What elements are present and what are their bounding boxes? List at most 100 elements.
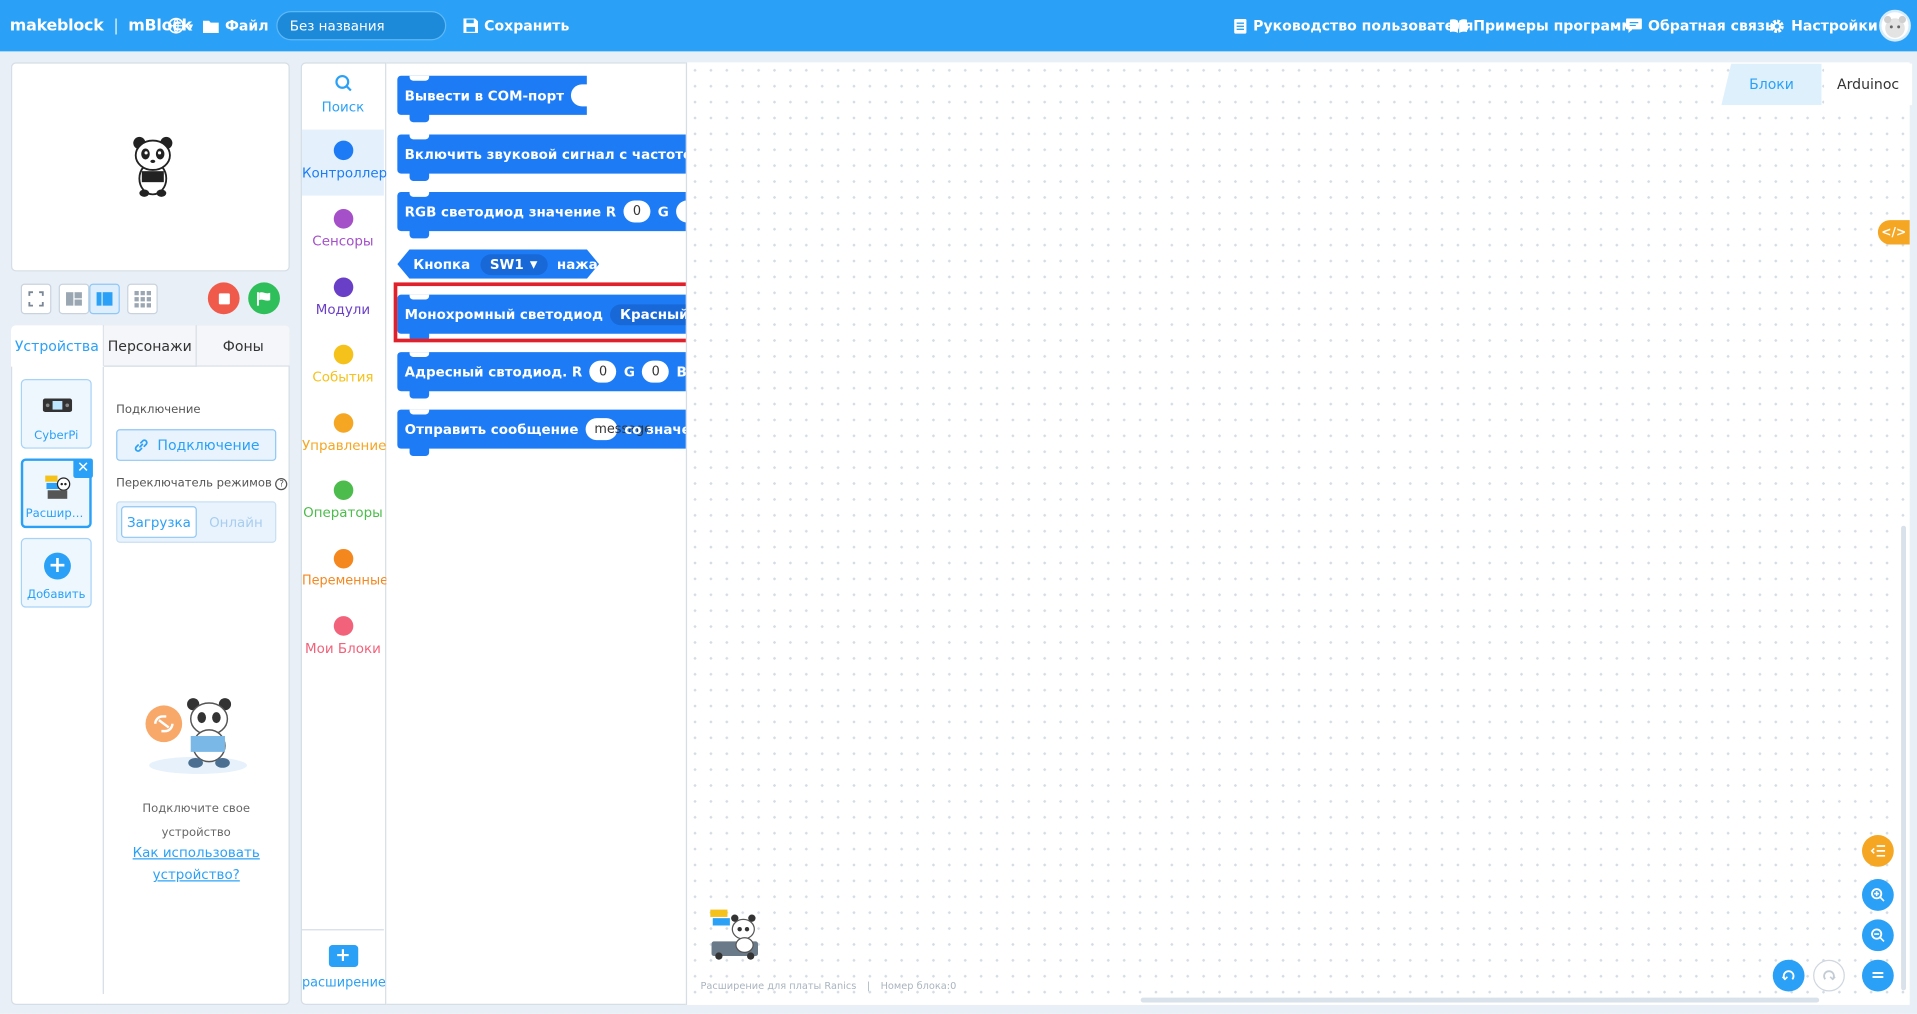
stop-button[interactable]: [207, 282, 240, 315]
block-input[interactable]: 0: [589, 360, 617, 383]
zoom-reset-button[interactable]: =: [1861, 959, 1894, 992]
mode-live-button[interactable]: Онлайн: [198, 506, 274, 538]
small-stage-button[interactable]: [58, 283, 90, 315]
dropdown-arrow-icon: ▼: [529, 258, 538, 270]
redo-button[interactable]: [1813, 959, 1845, 992]
block-addressable-led[interactable]: Адресный свтодиод. R 0 G 0 B 0: [397, 352, 686, 399]
operators-dot-icon: [333, 480, 353, 501]
logo-brand: makeblock: [9, 16, 104, 35]
how-to-use-link[interactable]: Как использовать устройство?: [116, 842, 276, 886]
normal-stage-button[interactable]: [89, 283, 120, 315]
tab-blocks[interactable]: Блоки: [1721, 63, 1822, 106]
stop-icon: [218, 292, 230, 304]
tab-backdrops[interactable]: Фоны: [196, 325, 290, 367]
status-bar: Расширение для платы Ranics | Номер блок…: [700, 980, 957, 992]
category-search[interactable]: Поиск: [302, 73, 384, 115]
connect-button[interactable]: Подключение: [116, 429, 277, 461]
green-flag-button[interactable]: [248, 282, 280, 315]
search-icon: [334, 74, 352, 92]
category-variables[interactable]: Переменные: [302, 548, 388, 588]
grid-view-button[interactable]: [127, 283, 158, 315]
block-rgb-led[interactable]: RGB светодиод значение R 0 G 0 B: [397, 191, 686, 239]
language-button[interactable]: ▾: [167, 0, 193, 51]
control-dot-icon: [333, 413, 353, 433]
flag-icon: [256, 291, 271, 306]
block-input[interactable]: 0: [642, 360, 670, 383]
cleanup-icon: [1870, 845, 1886, 857]
device-card-cyberpi[interactable]: CyberPi: [20, 378, 92, 449]
settings-label: Настройки: [1791, 17, 1878, 35]
horizontal-scrollbar[interactable]: [1140, 997, 1820, 1003]
clean-up-button[interactable]: [1861, 835, 1894, 867]
equals-icon: =: [1870, 965, 1886, 986]
block-input[interactable]: message: [585, 418, 652, 441]
help-icon[interactable]: ?: [275, 477, 288, 490]
file-menu-label: Файл: [224, 17, 269, 35]
feedback-button[interactable]: Обратная связь: [1626, 0, 1774, 51]
block-send-message[interactable]: Отправить сообщение message со значе: [397, 409, 686, 457]
block-buzzer[interactable]: Включить звуковой сигнал с частотой 1: [397, 134, 686, 181]
vertical-scrollbar[interactable]: [1901, 525, 1907, 991]
settings-button[interactable]: Настройки: [1769, 0, 1878, 51]
grid-icon: [134, 290, 151, 308]
fullscreen-button[interactable]: [20, 283, 52, 315]
zoom-in-button[interactable]: [1861, 879, 1894, 911]
undo-icon: [1781, 970, 1795, 981]
tab-devices[interactable]: Устройства: [11, 325, 104, 367]
plus-icon: +: [44, 552, 71, 580]
examples-button[interactable]: Примеры программ: [1449, 0, 1633, 51]
block-com-port[interactable]: Вывести в COM-порт: [397, 75, 599, 123]
save-icon: [463, 18, 479, 34]
category-controller[interactable]: Контроллер: [301, 129, 387, 196]
category-control[interactable]: Управление: [302, 413, 386, 454]
block-input[interactable]: [571, 84, 599, 107]
zoom-out-button[interactable]: [1861, 919, 1894, 952]
block-button-pressed[interactable]: Кнопка SW1 ▼ нажата: [397, 249, 599, 278]
panda-robot-sprite: [710, 909, 758, 960]
device-card-extension[interactable]: ✕ Расшире...: [20, 458, 93, 529]
panda-sprite: [133, 136, 173, 197]
controller-dot-icon: [333, 140, 353, 161]
remove-device-button[interactable]: ✕: [73, 458, 93, 479]
examples-label: Примеры программ: [1473, 17, 1633, 35]
divider: [102, 366, 104, 994]
undo-button[interactable]: [1772, 959, 1805, 992]
user-avatar[interactable]: [1879, 9, 1911, 42]
zoom-in-icon: [1871, 888, 1885, 902]
device-label: Добавить: [26, 588, 86, 602]
user-guide-button[interactable]: Руководство пользователя: [1234, 0, 1473, 51]
stage-preview[interactable]: [11, 62, 290, 272]
panda-robot-icon: [45, 475, 71, 499]
app-logo: makeblock | mBlock: [9, 16, 192, 35]
category-operators[interactable]: Операторы: [302, 480, 384, 521]
block-palette: Вывести в COM-порт Включить звуковой сиг…: [386, 62, 686, 1005]
tab-arduino[interactable]: Arduinoc: [1824, 63, 1913, 106]
script-workspace[interactable]: [685, 62, 1910, 1005]
save-button[interactable]: Сохранить: [463, 0, 569, 51]
layout-small-icon: [66, 292, 82, 306]
extension-button[interactable]: + расширение: [302, 944, 386, 990]
file-menu[interactable]: Файл: [202, 0, 269, 51]
code-view-toggle[interactable]: </>: [1877, 220, 1910, 245]
block-input[interactable]: 0: [623, 200, 651, 223]
events-dot-icon: [333, 344, 353, 365]
top-bar: makeblock|mBlock ▾ Файл Сохранить Руково…: [0, 0, 1917, 52]
add-device-button[interactable]: + Добавить: [20, 537, 92, 608]
mode-switch: Загрузка Онлайн: [116, 501, 277, 543]
fullscreen-icon: [28, 291, 44, 307]
category-my-blocks[interactable]: Мои Блоки: [302, 616, 384, 657]
avatar-icon: [1883, 15, 1907, 38]
redo-icon: [1823, 970, 1836, 981]
block-input[interactable]: 0: [676, 200, 686, 223]
book-icon: [1449, 19, 1468, 34]
category-sensors[interactable]: Сенсоры: [302, 209, 384, 249]
project-name-input[interactable]: [276, 11, 447, 41]
mode-upload-button[interactable]: Загрузка: [121, 506, 197, 538]
highlight-box: [393, 282, 694, 343]
category-events[interactable]: События: [302, 344, 384, 385]
zoom-out-icon: [1871, 928, 1885, 942]
block-dropdown[interactable]: SW1 ▼: [480, 254, 547, 275]
category-modules[interactable]: Модули: [302, 277, 384, 318]
tab-sprites[interactable]: Персонажи: [103, 325, 197, 367]
code-icon: </>: [1881, 225, 1907, 240]
